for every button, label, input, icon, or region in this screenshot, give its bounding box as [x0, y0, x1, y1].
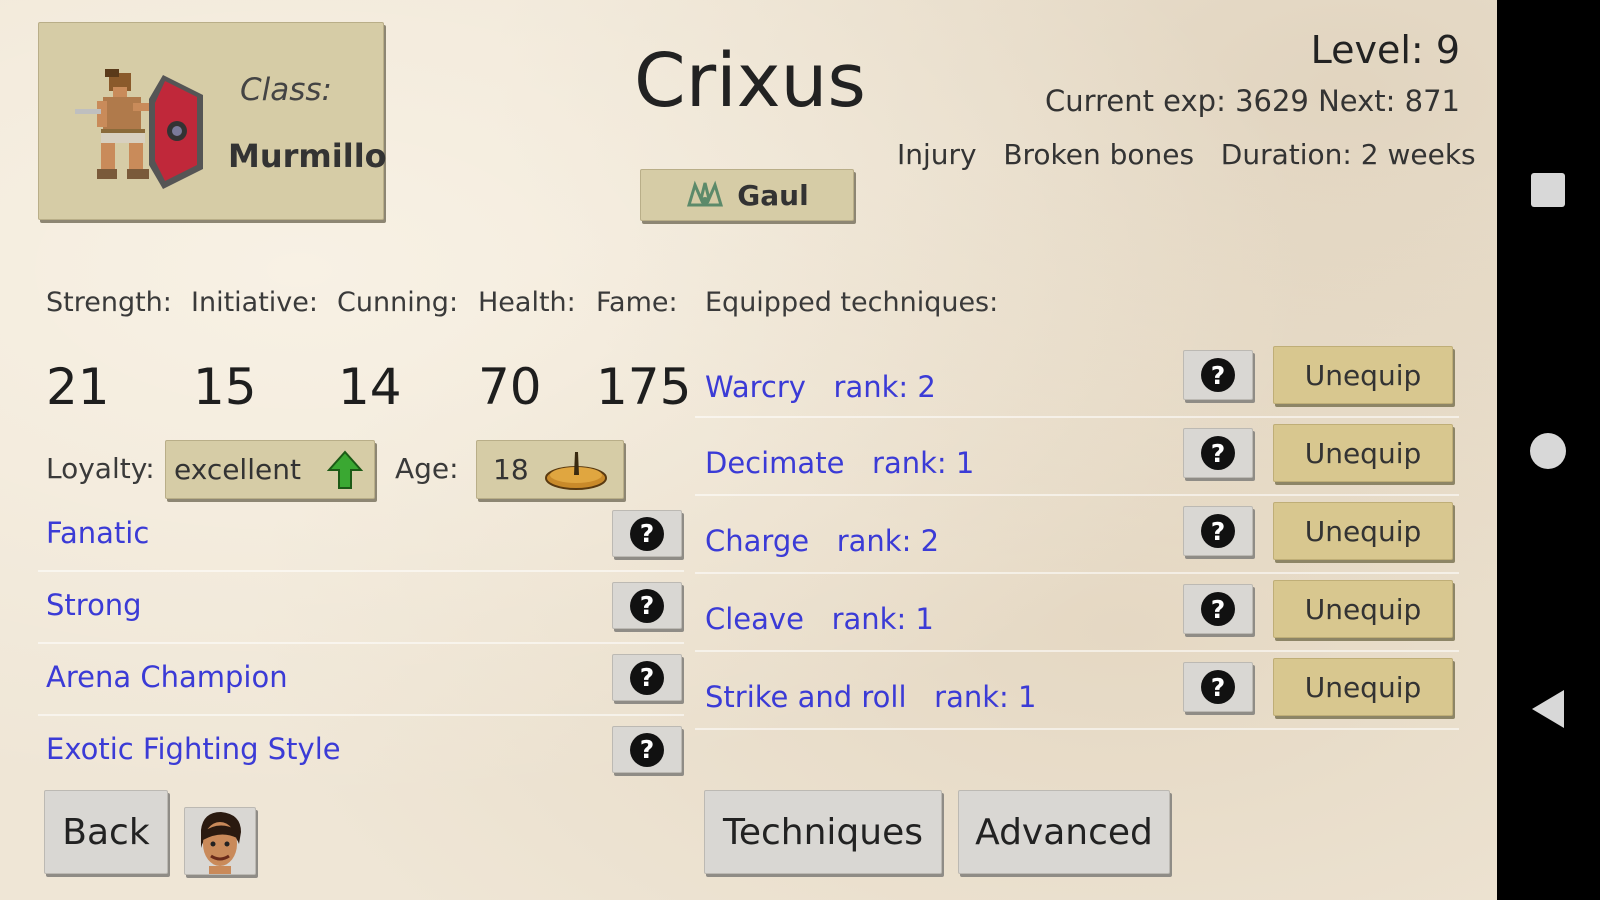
- portrait-button[interactable]: [184, 807, 256, 875]
- technique-row: Warcry rank: 2 ? Unequip: [695, 340, 1459, 418]
- stat-value-health: 70: [478, 358, 542, 416]
- trait-exotic-fighting-style-link[interactable]: Exotic Fighting Style: [46, 732, 341, 766]
- trait-arena-champion-link[interactable]: Arena Champion: [46, 660, 288, 694]
- age-value: 18: [493, 453, 529, 486]
- technique-row: Charge rank: 2 ? Unequip: [695, 496, 1459, 574]
- technique-strike-and-roll-link[interactable]: Strike and roll rank: 1: [705, 680, 1036, 714]
- trait-row: Fanatic ?: [38, 500, 684, 572]
- loyalty-button[interactable]: excellent: [165, 440, 375, 499]
- stat-value-initiative: 15: [193, 358, 257, 416]
- question-icon: ?: [1201, 592, 1235, 626]
- unequip-button[interactable]: Unequip: [1273, 424, 1453, 482]
- question-icon: ?: [1201, 358, 1235, 392]
- question-icon: ?: [630, 588, 664, 623]
- trait-help-button[interactable]: ?: [612, 726, 682, 773]
- techniques-button[interactable]: Techniques: [704, 790, 942, 874]
- technique-row: Cleave rank: 1 ? Unequip: [695, 574, 1459, 652]
- loyalty-label: Loyalty:: [46, 452, 155, 485]
- back-button[interactable]: Back: [44, 790, 168, 874]
- trait-help-button[interactable]: ?: [612, 510, 682, 557]
- level-text: Level: 9: [1310, 28, 1460, 72]
- stat-label-initiative: Initiative:: [191, 287, 318, 318]
- question-icon: ?: [630, 516, 664, 551]
- origin-button[interactable]: Gaul: [640, 169, 854, 221]
- trait-row: Exotic Fighting Style ?: [38, 716, 684, 786]
- technique-warcry-link[interactable]: Warcry rank: 2: [705, 370, 936, 404]
- trait-row: Strong ?: [38, 572, 684, 644]
- technique-help-button[interactable]: ?: [1183, 506, 1253, 556]
- age-button[interactable]: 18: [476, 440, 624, 499]
- technique-charge-link[interactable]: Charge rank: 2: [705, 524, 939, 558]
- class-value: Murmillo: [228, 137, 387, 175]
- unequip-button[interactable]: Unequip: [1273, 580, 1453, 638]
- stat-value-fame: 175: [596, 358, 692, 416]
- gaul-crest-icon: [687, 180, 724, 207]
- stat-label-strength: Strength:: [46, 287, 172, 318]
- gladiator-name: Crixus: [634, 38, 866, 124]
- technique-help-button[interactable]: ?: [1183, 584, 1253, 634]
- technique-help-button[interactable]: ?: [1183, 662, 1253, 712]
- home-icon[interactable]: [1530, 433, 1566, 469]
- experience-text: Current exp: 3629 Next: 871: [1045, 84, 1460, 118]
- back-triangle-icon[interactable]: [1532, 690, 1564, 728]
- question-icon: ?: [630, 660, 664, 695]
- arrow-up-icon: [326, 449, 363, 489]
- class-label: Class:: [240, 72, 333, 108]
- stat-value-cunning: 14: [338, 358, 402, 416]
- trait-help-button[interactable]: ?: [612, 582, 682, 629]
- class-card[interactable]: [38, 22, 384, 220]
- recents-icon[interactable]: [1531, 173, 1565, 207]
- technique-help-button[interactable]: ?: [1183, 350, 1253, 400]
- stat-value-strength: 21: [46, 358, 110, 416]
- question-icon: ?: [1201, 514, 1235, 548]
- unequip-button[interactable]: Unequip: [1273, 658, 1453, 716]
- stat-label-health: Health:: [478, 287, 576, 318]
- question-icon: ?: [1201, 436, 1235, 470]
- loyalty-value: excellent: [174, 453, 301, 486]
- origin-label: Gaul: [737, 178, 809, 212]
- trait-strong-link[interactable]: Strong: [46, 588, 142, 622]
- technique-row: Strike and roll rank: 1 ? Unequip: [695, 652, 1459, 730]
- trait-fanatic-link[interactable]: Fanatic: [46, 516, 149, 550]
- age-label: Age:: [395, 452, 459, 485]
- trait-help-button[interactable]: ?: [612, 654, 682, 701]
- technique-row: Decimate rank: 1 ? Unequip: [695, 418, 1459, 496]
- murmillo-gladiator-icon: [75, 69, 203, 189]
- stat-label-fame: Fame:: [596, 287, 678, 318]
- technique-cleave-link[interactable]: Cleave rank: 1: [705, 602, 934, 636]
- gladiator-portrait-icon: [201, 812, 241, 874]
- advanced-button[interactable]: Advanced: [958, 790, 1170, 874]
- sundial-icon: [544, 451, 607, 490]
- question-icon: ?: [1201, 670, 1235, 704]
- trait-row: Arena Champion ?: [38, 644, 684, 716]
- question-icon: ?: [630, 732, 664, 767]
- injury-text: Injury Broken bones Duration: 2 weeks: [897, 138, 1476, 171]
- technique-decimate-link[interactable]: Decimate rank: 1: [705, 446, 974, 480]
- technique-help-button[interactable]: ?: [1183, 428, 1253, 478]
- stat-label-cunning: Cunning:: [337, 287, 459, 318]
- unequip-button[interactable]: Unequip: [1273, 502, 1453, 560]
- unequip-button[interactable]: Unequip: [1273, 346, 1453, 404]
- equipped-techniques-header: Equipped techniques:: [705, 287, 999, 318]
